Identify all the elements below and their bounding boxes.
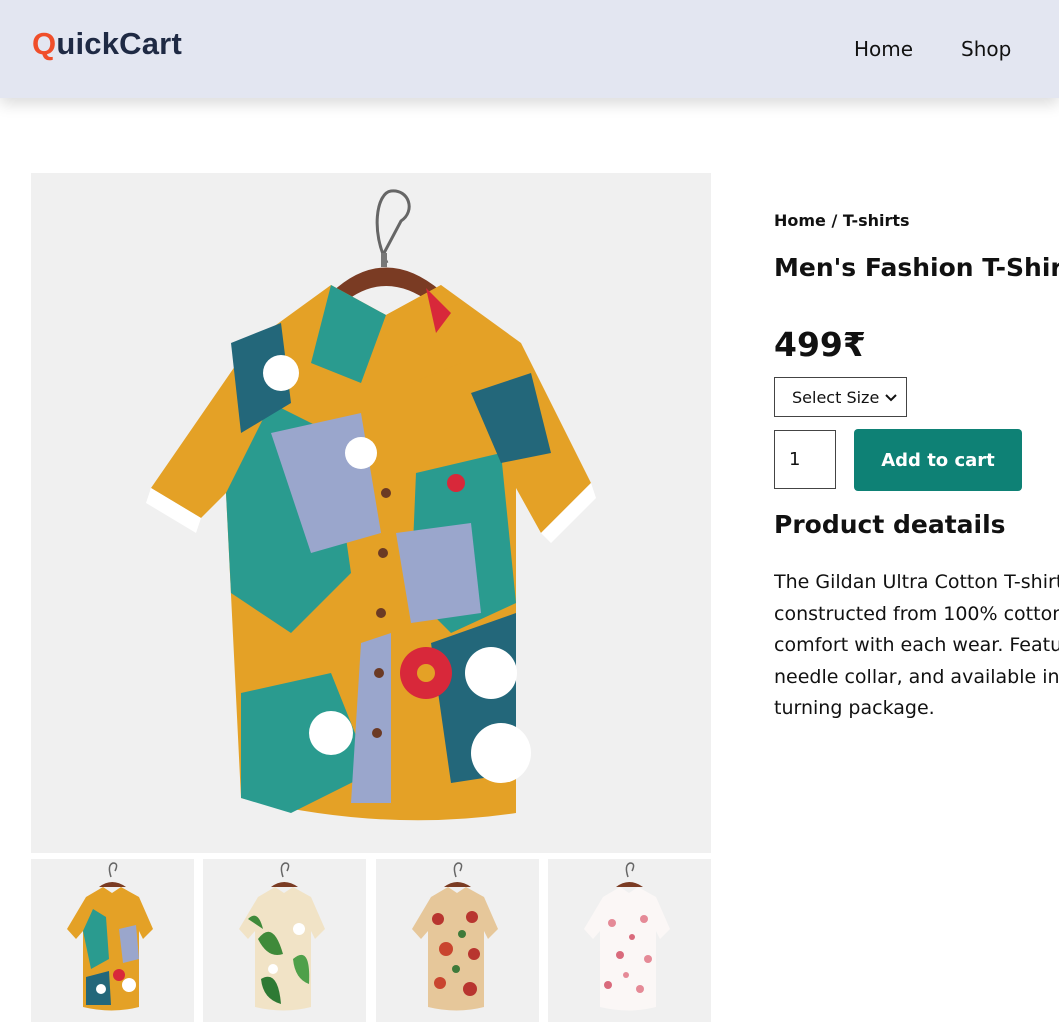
- description-line: constructed from 100% cotton,: [774, 602, 1059, 625]
- thumbnail-1[interactable]: [31, 859, 194, 1022]
- shirt-pink-floral-thumb: [584, 862, 670, 1011]
- description-line: turning package.: [774, 697, 935, 719]
- navbar: QuickCart Home Shop: [0, 0, 1059, 98]
- chevron-down-icon: [884, 386, 898, 410]
- quickcart-logo[interactable]: QuickCart: [32, 26, 182, 62]
- logo-q: Q: [32, 26, 57, 61]
- main-product-image: [31, 173, 711, 853]
- size-select[interactable]: Select Size: [774, 377, 907, 417]
- thumbnail-2[interactable]: [203, 859, 366, 1022]
- shirt-floral-brown-thumb: [412, 862, 498, 1011]
- product-price: 499₹: [774, 325, 866, 364]
- shirt-colorful-thumb: [67, 862, 153, 1011]
- product-description: The Gildan Ultra Cotton T-shirt construc…: [774, 567, 1059, 727]
- product-details-heading: Product deatails: [774, 510, 1006, 539]
- breadcrumb[interactable]: Home / T-shirts: [774, 211, 910, 230]
- shirt-illustration: [146, 189, 596, 821]
- description-line: The Gildan Ultra Cotton T-shirt: [774, 571, 1059, 593]
- size-select-value: Select Size: [792, 388, 880, 407]
- add-to-cart-button[interactable]: Add to cart: [854, 429, 1022, 491]
- description-line: comfort with each wear. Featur: [774, 634, 1059, 656]
- thumbnail-4[interactable]: [548, 859, 711, 1022]
- description-line: needle collar, and available in a: [774, 665, 1059, 688]
- shirt-green-leaves-thumb: [239, 862, 325, 1011]
- thumbnail-3[interactable]: [376, 859, 539, 1022]
- product-title: Men's Fashion T-Shirt: [774, 253, 1059, 282]
- nav-home-link[interactable]: Home: [854, 37, 913, 61]
- logo-text: uickCart: [56, 26, 182, 61]
- quantity-input[interactable]: [774, 430, 836, 489]
- nav-shop-link[interactable]: Shop: [961, 37, 1011, 61]
